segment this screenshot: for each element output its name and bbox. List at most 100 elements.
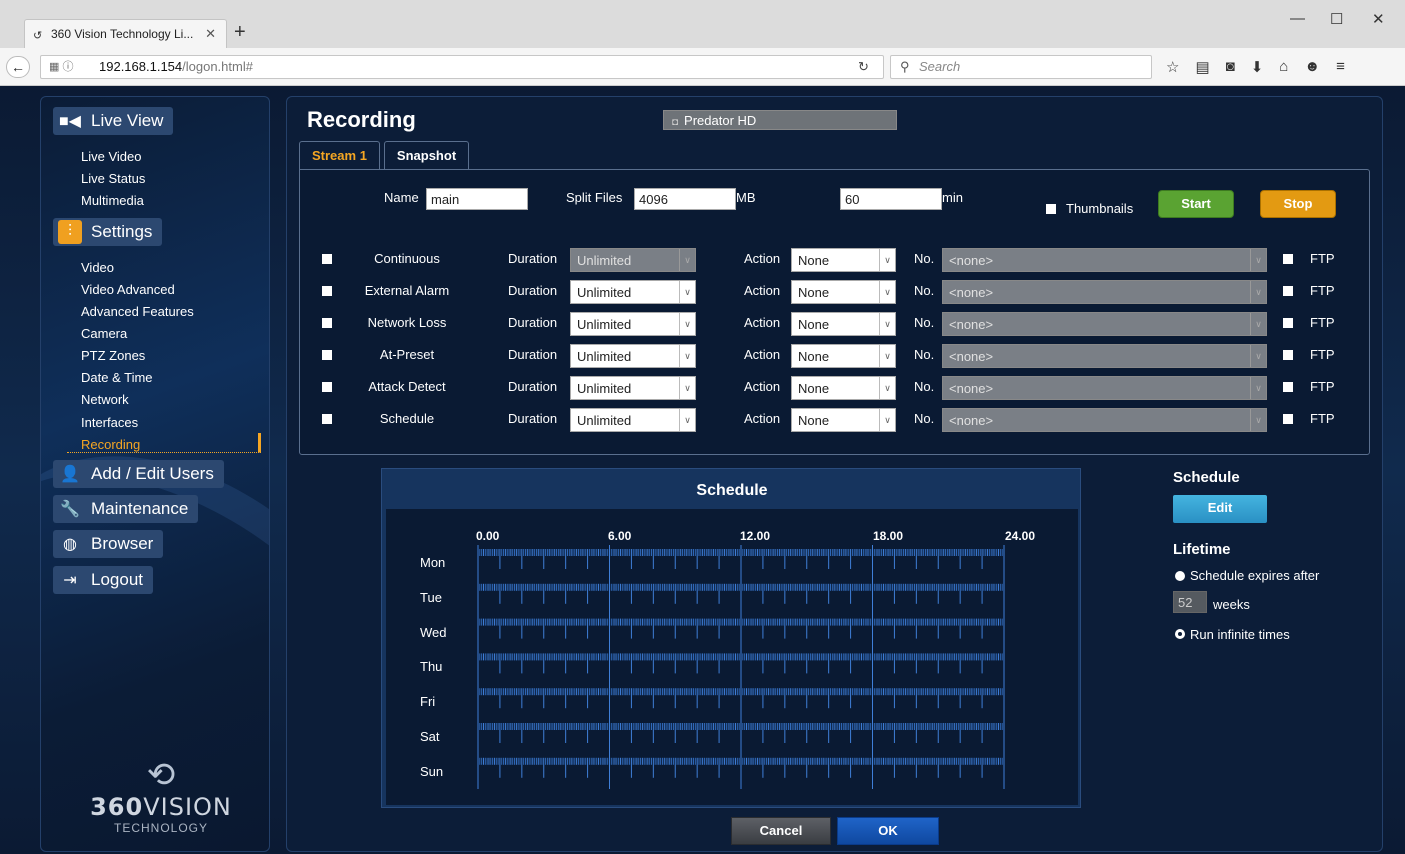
- trigger-checkbox[interactable]: [322, 254, 332, 264]
- weeks-field[interactable]: 52: [1173, 591, 1207, 613]
- sidebar-item-multimedia[interactable]: Multimedia: [81, 193, 144, 208]
- bookmark-star-icon[interactable]: ☆: [1166, 58, 1179, 76]
- pocket-icon[interactable]: ◙: [1226, 58, 1235, 76]
- ftp-checkbox[interactable]: [1283, 350, 1293, 360]
- sidebar-section-live-view[interactable]: ■◀ Live View: [53, 107, 174, 135]
- search-icon: ⚲: [900, 59, 910, 74]
- url-host: 192.168.1.154: [99, 59, 183, 74]
- browser-tab[interactable]: ↺ 360 Vision Technology Li... ✕: [24, 19, 227, 48]
- thumbnails-checkbox[interactable]: [1046, 204, 1056, 214]
- camera-selector[interactable]: ◘ Predator HD: [663, 110, 897, 130]
- action-select[interactable]: None ∨: [791, 280, 896, 304]
- infinite-radio[interactable]: [1175, 629, 1185, 639]
- camera-name: Predator HD: [684, 113, 757, 128]
- name-field[interactable]: main: [426, 188, 528, 210]
- tab-stream-1[interactable]: Stream 1: [299, 141, 380, 169]
- trigger-checkbox[interactable]: [322, 382, 332, 392]
- back-button[interactable]: ←: [6, 56, 30, 78]
- preset-number-select[interactable]: <none> ∨: [942, 344, 1267, 368]
- new-tab-button[interactable]: +: [234, 22, 246, 42]
- ftp-checkbox[interactable]: [1283, 382, 1293, 392]
- duration-label: Duration: [508, 283, 558, 298]
- sidebar-item-live-video[interactable]: Live Video: [81, 149, 141, 164]
- maximize-button[interactable]: ☐: [1330, 10, 1343, 28]
- download-icon[interactable]: ⬇: [1251, 58, 1264, 76]
- split-size-field[interactable]: 4096: [634, 188, 736, 210]
- sidebar-item-interfaces[interactable]: Interfaces: [81, 415, 138, 430]
- sidebar-section-browser[interactable]: ◍ Browser: [53, 530, 164, 558]
- day-label: Mon: [420, 555, 446, 570]
- action-select[interactable]: None ∨: [791, 312, 896, 336]
- action-value: None: [798, 349, 830, 364]
- preset-number-select[interactable]: <none> ∨: [942, 376, 1267, 400]
- sidebar-item-live-status[interactable]: Live Status: [81, 171, 145, 186]
- search-input[interactable]: ⚲ Search: [890, 55, 1152, 79]
- expires-label: Schedule expires after: [1190, 568, 1320, 583]
- url-bar[interactable]: ▦ ⓘ 192.168.1.154/logon.html#: [40, 55, 884, 79]
- duration-value: Unlimited: [577, 381, 632, 396]
- sidebar-item-advanced-features[interactable]: Advanced Features: [81, 304, 194, 319]
- sidebar-section-add-edit-users[interactable]: 👤 Add / Edit Users: [53, 460, 224, 488]
- sidebar-item-video[interactable]: Video: [81, 260, 114, 275]
- sidebar-item-recording[interactable]: Recording: [81, 437, 140, 452]
- sidebar-section-settings[interactable]: ⫶ Settings: [53, 218, 163, 246]
- action-select[interactable]: None ∨: [791, 344, 896, 368]
- sidebar-section-logout[interactable]: ⇥ Logout: [53, 566, 153, 594]
- sidebar-item-network[interactable]: Network: [81, 392, 129, 407]
- trigger-checkbox[interactable]: [322, 286, 332, 296]
- trigger-checkbox[interactable]: [322, 318, 332, 328]
- logo-brand: 360VISION: [71, 793, 251, 821]
- day-label: Thu: [420, 659, 443, 674]
- tab-snapshot[interactable]: Snapshot: [383, 141, 470, 169]
- duration-label: Duration: [508, 411, 558, 426]
- no-label: No.: [914, 347, 935, 362]
- preset-number-value: <none>: [949, 253, 994, 268]
- trigger-checkbox[interactable]: [322, 350, 332, 360]
- reload-icon[interactable]: ↻: [858, 59, 869, 75]
- trigger-checkbox[interactable]: [322, 414, 332, 424]
- emoji-icon[interactable]: ☻: [1304, 58, 1320, 76]
- chevron-down-icon: ∨: [1250, 409, 1266, 431]
- sidebar-section-maintenance[interactable]: 🔧 Maintenance: [53, 495, 199, 523]
- minimize-button[interactable]: —: [1290, 10, 1305, 27]
- duration-select[interactable]: Unlimited ∨: [570, 408, 696, 432]
- section-label: Browser: [91, 534, 154, 553]
- preset-number-select[interactable]: <none> ∨: [942, 408, 1267, 432]
- preset-number-select[interactable]: <none> ∨: [942, 280, 1267, 304]
- duration-select[interactable]: Unlimited ∨: [570, 376, 696, 400]
- ftp-checkbox[interactable]: [1283, 286, 1293, 296]
- ftp-checkbox[interactable]: [1283, 318, 1293, 328]
- preset-number-select[interactable]: <none> ∨: [942, 248, 1267, 272]
- schedule-grid[interactable]: [476, 545, 1006, 789]
- split-time-field[interactable]: 60: [840, 188, 942, 210]
- action-select[interactable]: None ∨: [791, 408, 896, 432]
- action-select[interactable]: None ∨: [791, 248, 896, 272]
- tab-close-icon[interactable]: ✕: [205, 26, 216, 42]
- reading-list-icon[interactable]: ▤: [1195, 58, 1209, 76]
- window-close-button[interactable]: ✕: [1372, 10, 1385, 28]
- tab-bar: Stream 1 Snapshot: [299, 141, 470, 169]
- ftp-checkbox[interactable]: [1283, 414, 1293, 424]
- menu-icon[interactable]: ≡: [1336, 58, 1345, 76]
- duration-select[interactable]: Unlimited ∨: [570, 312, 696, 336]
- action-value: None: [798, 413, 830, 428]
- duration-select[interactable]: Unlimited ∨: [570, 280, 696, 304]
- ftp-checkbox[interactable]: [1283, 254, 1293, 264]
- cancel-button[interactable]: Cancel: [731, 817, 831, 845]
- action-select[interactable]: None ∨: [791, 376, 896, 400]
- trigger-row: Network Loss Duration Unlimited ∨ Action …: [300, 310, 1371, 336]
- preset-number-select[interactable]: <none> ∨: [942, 312, 1267, 336]
- duration-select[interactable]: Unlimited ∨: [570, 248, 696, 272]
- ok-button[interactable]: OK: [837, 817, 939, 845]
- site-info-icon[interactable]: ▦ ⓘ: [49, 56, 73, 78]
- expires-radio[interactable]: [1175, 571, 1185, 581]
- start-button[interactable]: Start: [1158, 190, 1234, 218]
- edit-schedule-button[interactable]: Edit: [1173, 495, 1267, 523]
- sidebar-item-video-advanced[interactable]: Video Advanced: [81, 282, 175, 297]
- home-icon[interactable]: ⌂: [1279, 58, 1288, 76]
- stop-button[interactable]: Stop: [1260, 190, 1336, 218]
- sidebar-item-date-time[interactable]: Date & Time: [81, 370, 153, 385]
- duration-select[interactable]: Unlimited ∨: [570, 344, 696, 368]
- sidebar-item-camera[interactable]: Camera: [81, 326, 127, 341]
- sidebar-item-ptz-zones[interactable]: PTZ Zones: [81, 348, 145, 363]
